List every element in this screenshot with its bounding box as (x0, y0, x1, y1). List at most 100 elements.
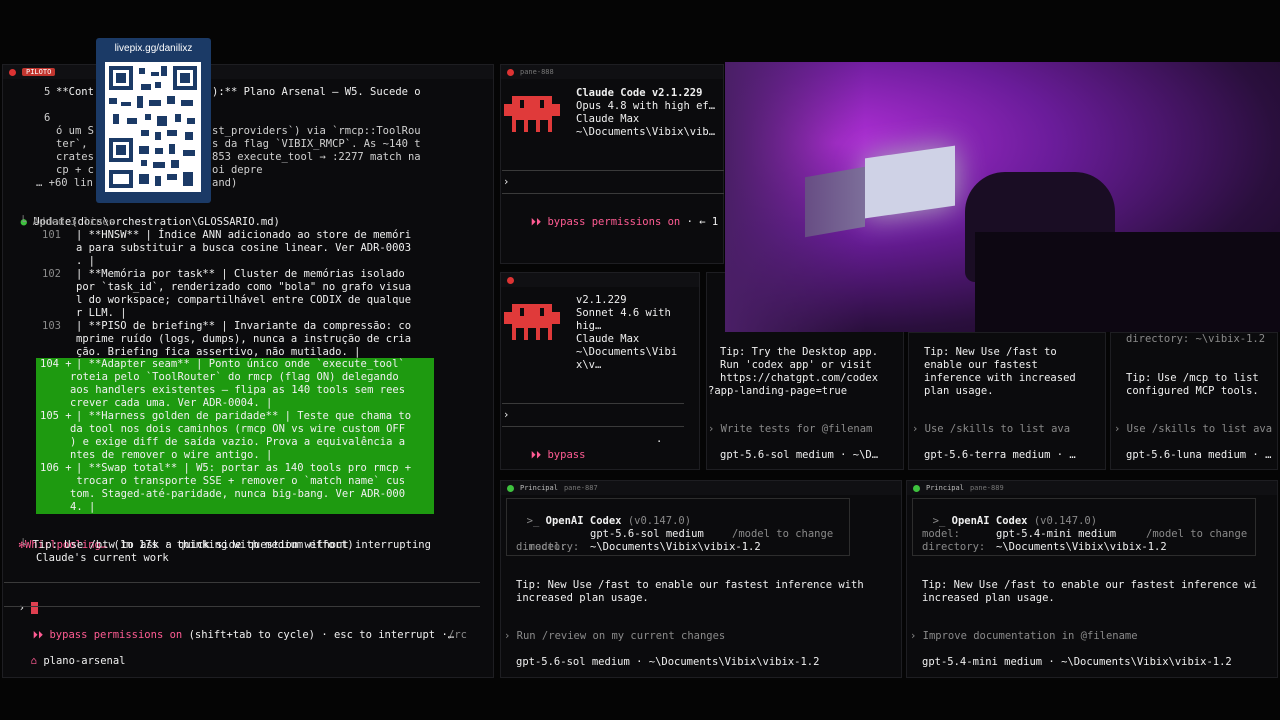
pane-tab-label[interactable]: PILOTO (22, 68, 56, 76)
claude-pane-top-titlebar: pane-888 (501, 65, 723, 79)
webcam-overlay (725, 62, 1280, 332)
diff-line: | **Memória por task** | Cluster de memó… (76, 268, 405, 280)
left-pane-titlebar: PILOTO (3, 65, 493, 79)
claude-model-cont: hig… (576, 320, 602, 332)
desk-shadow (975, 232, 1280, 332)
diff-line: por `task_id`, renderizado como "bola" n… (76, 281, 412, 293)
status-dot-icon (913, 484, 920, 492)
added-line-number: 106 + (40, 462, 72, 474)
codex-pane-titlebar: Principal pane-889 (907, 481, 1277, 495)
pane-tab-label[interactable]: pane-889 (970, 484, 1004, 492)
bypass-permissions-status[interactable]: ⏵⏵ bypass permissions on (shift+tab to c… (20, 616, 454, 642)
history-line: and) (212, 177, 238, 189)
codex-tip: Run 'codex app' or visit (720, 359, 872, 371)
claude-version: v2.1.229 (576, 294, 627, 306)
history-line: ter`, (56, 138, 94, 150)
diff-line-number: 103 (42, 320, 61, 332)
codex-tip: plan usage. (924, 385, 994, 397)
bypass-tail: · (656, 436, 663, 448)
claude-path-cont: x\v… (576, 359, 602, 371)
divider (502, 426, 684, 427)
diff-line: | **PISO de briefing** | Invariante da c… (76, 320, 412, 332)
diff-line-number: 101 (42, 229, 61, 241)
history-line: st_providers`) via `rmcp::ToolRou (212, 125, 421, 137)
added-line: trocar o transporte SSE + remover o `mat… (70, 475, 406, 487)
added-line: | **Swap total** | W5: portar as 140 too… (76, 462, 412, 474)
close-dot-icon[interactable] (507, 276, 514, 284)
claude-prompt-input[interactable]: › (503, 176, 509, 189)
codex-model-value: gpt-5.6-sol medium (590, 528, 704, 540)
pane-tab-label[interactable]: Principal (926, 484, 964, 492)
pane-tab-label[interactable]: pane-888 (520, 68, 554, 76)
monitor-glow (865, 145, 955, 219)
claude-bypass-status[interactable]: ⏵⏵ bypass (518, 436, 586, 462)
added-line: ) e exige diff de saída vazio. Prova a e… (70, 436, 406, 448)
added-line: aos handlers existentes — flipa as 140 t… (70, 384, 406, 396)
claude-prompt-input[interactable]: › (503, 409, 509, 422)
close-dot-icon[interactable] (507, 68, 514, 76)
qr-code-icon (105, 62, 201, 192)
codex-dir-value: ~\Documents\Vibix\vibix-1.2 (996, 541, 1167, 553)
codex-input-placeholder[interactable]: › Write tests for @filenam (708, 423, 872, 436)
divider (502, 193, 724, 194)
codex-tip: enable our fastest (924, 359, 1038, 371)
added-line: 4. | (70, 501, 96, 513)
divider (502, 403, 684, 404)
pane-tab-label[interactable]: pane-887 (564, 484, 598, 492)
codex-dir-label: directory: (922, 541, 986, 553)
divider (4, 606, 480, 607)
codex-footer: gpt-5.6-sol medium · ~\Documents\Vibix\v… (516, 656, 820, 668)
history-line: s da flag `VIBIX_RMCP`. As ~140 t (212, 138, 421, 150)
added-line: da tool nos dois caminhos (rmcp ON vs wi… (70, 423, 406, 435)
codex-pane-titlebar: Principal pane-887 (501, 481, 901, 495)
codex-title: >_ OpenAI Codex (v0.147.0) (526, 515, 692, 527)
divider (502, 170, 724, 171)
claude-bypass-status[interactable]: ⏵⏵ bypass permissions on · ← 1 (518, 203, 719, 229)
added-line: tom. Staged-até-paridade, nunca big-bang… (70, 488, 406, 500)
codex-input-placeholder[interactable]: › Improve documentation in @filename (910, 630, 1138, 643)
diff-line: l do workspace; compartilhável entre COD… (76, 294, 412, 306)
codex-tip: increased plan usage. (922, 592, 1055, 604)
history-line: cp + c (56, 164, 94, 176)
codex-footer: gpt-5.6-terra medium · … (924, 449, 1076, 461)
history-line: ó um S (56, 125, 94, 137)
claude-model: Sonnet 4.6 with (576, 307, 671, 319)
cursor-icon (31, 602, 39, 614)
history-line: 5 (44, 86, 51, 98)
wall-light (725, 62, 865, 332)
diff-line: | **HNSW** | Índice ANN adicionado ao st… (76, 229, 412, 241)
prompt-input[interactable]: › (6, 589, 39, 615)
diff-line: r LLM. | (76, 307, 127, 319)
codex-tip: Tip: New Use /fast to enable our fastest… (922, 579, 1258, 591)
tip-line-continued: Claude's current work (36, 552, 169, 564)
codex-input-placeholder[interactable]: › Use /skills to list ava (912, 423, 1070, 436)
history-line: 853 execute_tool → :2277 match na (212, 151, 421, 163)
diff-line: mprime ruído (logs, dumps), nunca a inst… (76, 333, 412, 345)
claude-plan: Claude Max (576, 113, 640, 125)
claude-path: ~\Documents\Vibi (576, 346, 678, 358)
claude-version: Claude Code v2.1.229 (576, 87, 703, 99)
codex-tip: increased plan usage. (516, 592, 649, 604)
history-line: oi depre (212, 164, 263, 176)
close-dot-icon[interactable] (9, 68, 16, 76)
added-line-number: 104 + (40, 358, 72, 370)
codex-input-placeholder[interactable]: › Use /skills to list ava (1114, 423, 1272, 436)
codex-input-placeholder[interactable]: › Run /review on my current changes (504, 630, 725, 643)
diff-line: a para substituir a busca cosine linear.… (76, 242, 412, 254)
claude-plan: Claude Max (576, 333, 640, 345)
history-line: … +60 lin (36, 177, 93, 189)
codex-title: >_ OpenAI Codex (v0.147.0) (932, 515, 1098, 527)
history-line: **Cont (56, 86, 94, 98)
history-line: 6 (44, 112, 51, 124)
divider (4, 582, 480, 583)
codex-tip: https://chatgpt.com/codex (720, 372, 879, 384)
codex-dir-value: ~\Documents\Vibix\vibix-1.2 (590, 541, 761, 553)
pane-tab-label[interactable]: Principal (520, 484, 558, 492)
codex-tip: Tip: New Use /fast to enable our fastest… (516, 579, 864, 591)
codex-footer: gpt-5.6-sol medium · ~\D… (720, 449, 879, 461)
added-line: roteia pelo `ToolRouter` do rmcp (flag O… (70, 371, 399, 383)
codex-tip: inference with increased (924, 372, 1076, 384)
rc-hint: /rc (448, 629, 467, 641)
codex-tip: Tip: Try the Desktop app. (720, 346, 879, 358)
added-line-number: 105 + (40, 410, 72, 422)
